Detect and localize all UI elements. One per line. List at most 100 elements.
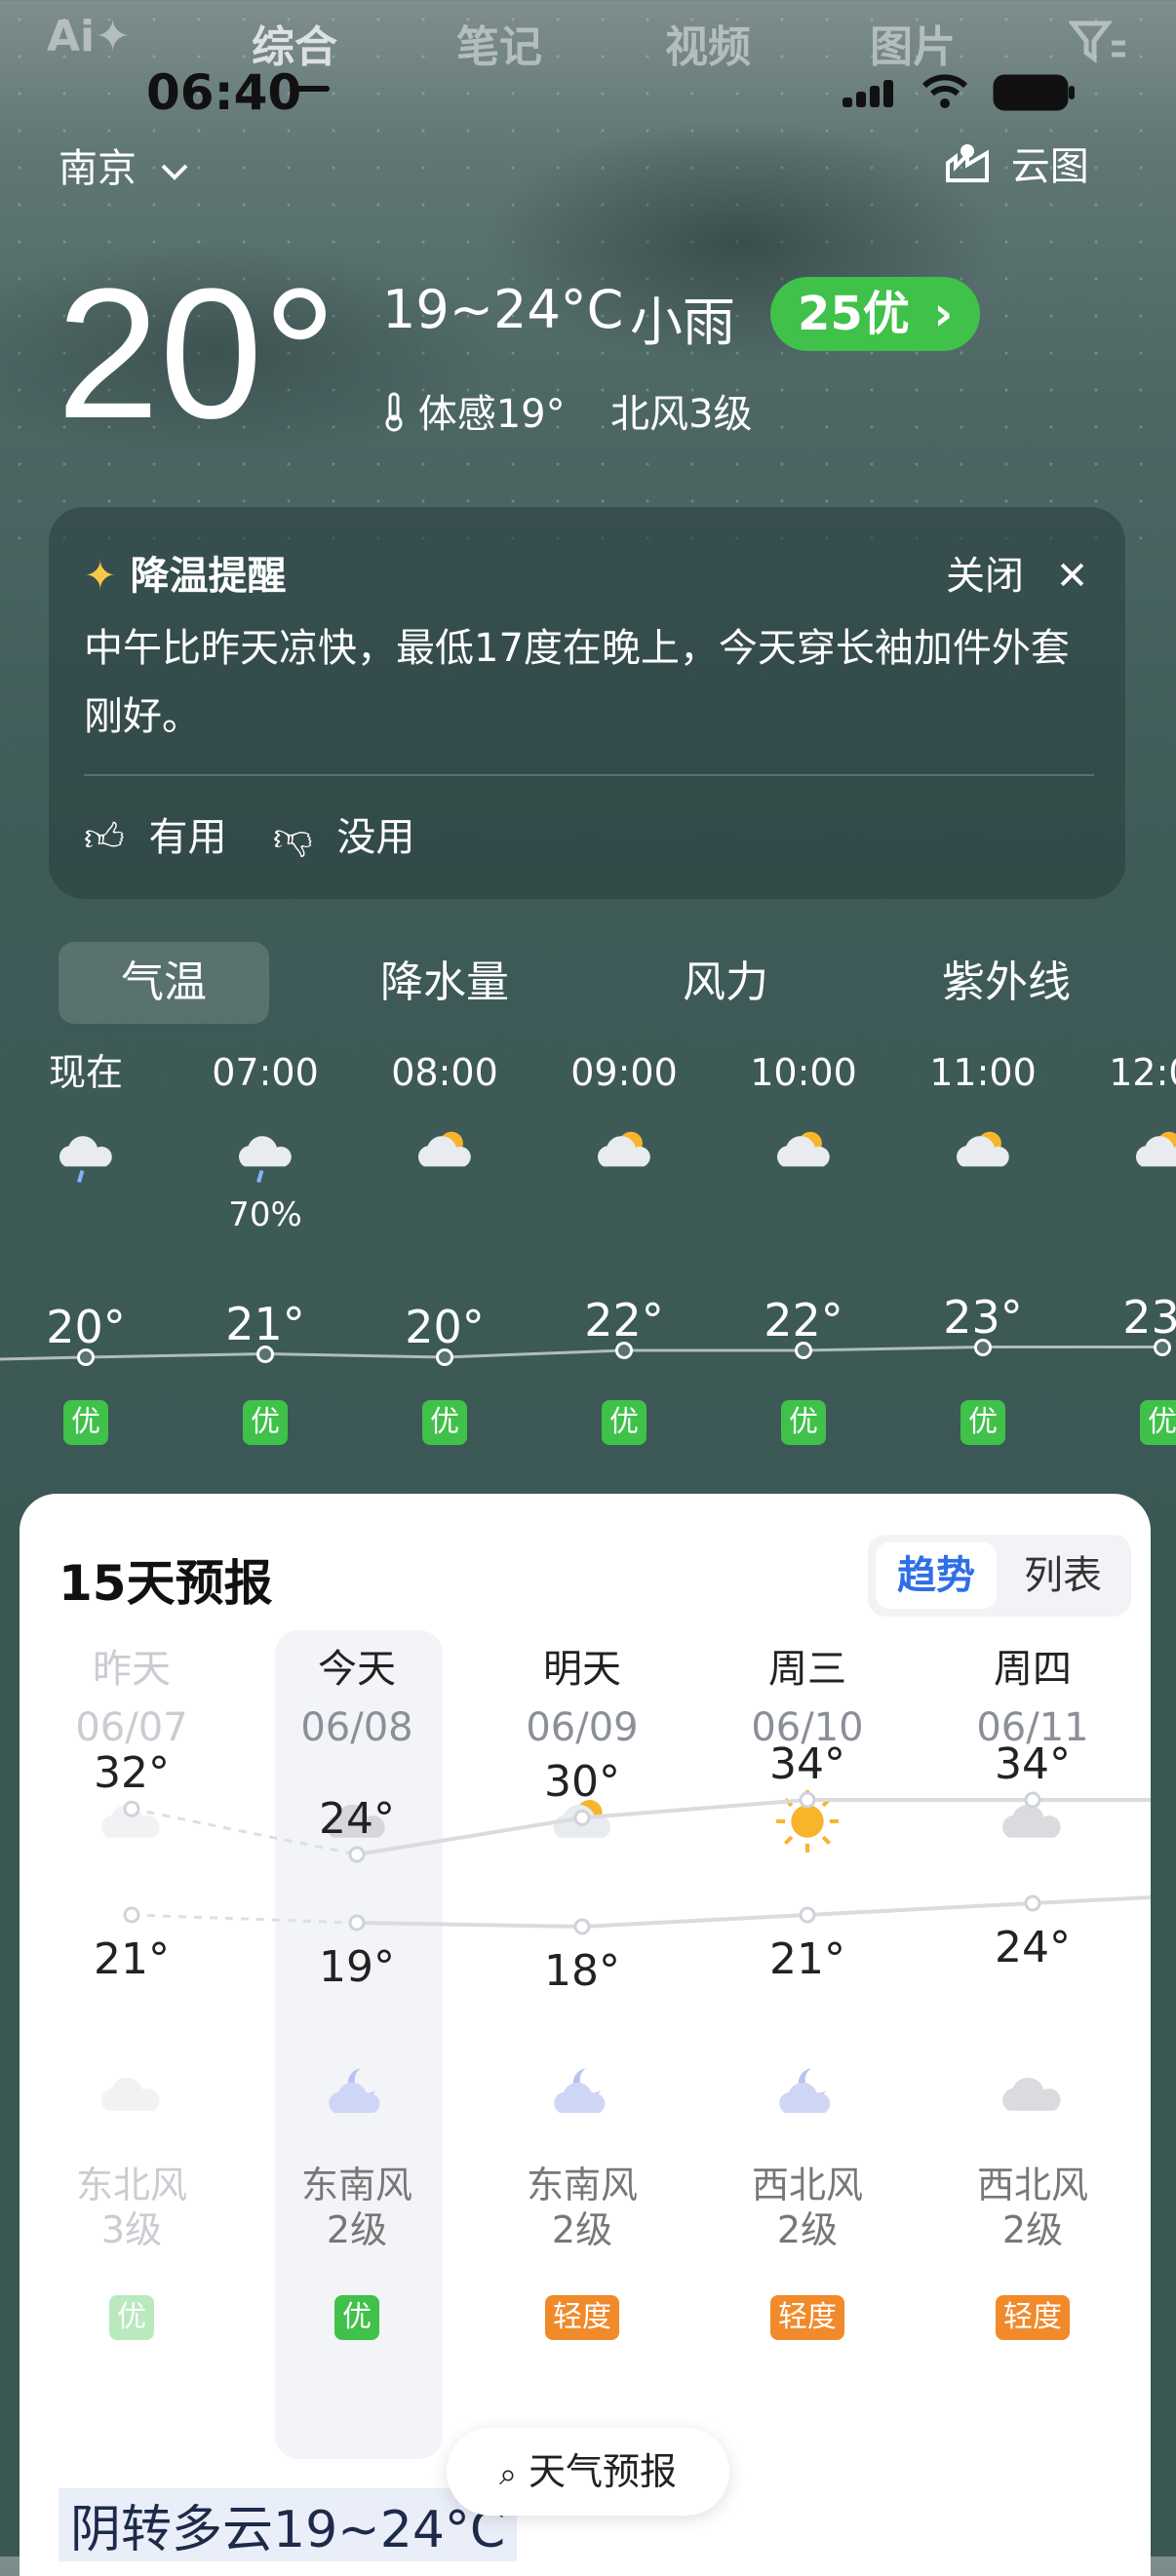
aqi-value: 25优 — [798, 287, 910, 341]
alert-title-row: ✦ 降温提醒 — [84, 544, 286, 601]
thermometer-icon — [382, 390, 406, 443]
hour-aqi-badge: 优 — [602, 1400, 647, 1445]
hour-time: 08:00 — [391, 1051, 498, 1094]
rain-cloud-icon — [0, 1117, 176, 1195]
hourly-temp-line — [0, 1346, 1162, 1361]
precip-probability — [0, 1195, 176, 1234]
top-tab-bar: Ai✦ 综合 笔记 视频 图片 — [0, 12, 1176, 72]
hour-aqi-badge: 优 — [63, 1400, 108, 1445]
hourly-item: 11:00 23° — [893, 1043, 1073, 1344]
battery-icon — [993, 74, 1077, 115]
tab-precipitation[interactable]: 降水量 — [339, 942, 550, 1024]
hour-time: 10:00 — [750, 1051, 857, 1094]
forecast-temp-dot — [573, 1918, 591, 1935]
cloud-map-label: 云图 — [1010, 144, 1089, 189]
ai-button[interactable]: Ai✦ — [47, 12, 131, 61]
chevron-right-icon: › — [933, 287, 954, 341]
status-bar: 06:40 — [0, 64, 1176, 123]
alert-title: 降温提醒 — [130, 554, 287, 599]
hour-aqi-badge: 优 — [1140, 1400, 1176, 1445]
hour-aqi-text: 优 — [960, 1400, 1005, 1445]
hour-aqi-text: 优 — [243, 1400, 288, 1445]
weather-condition: 小雨 — [630, 292, 735, 353]
hourly-item: 07:00 70% 21° — [176, 1043, 355, 1350]
partly-sunny-icon — [534, 1117, 714, 1195]
status-time: 06:40 — [146, 64, 302, 121]
hourly-item: 12:00 23° — [1073, 1043, 1176, 1344]
hour-temp-dot — [615, 1342, 633, 1359]
close-icon: ✕ — [1055, 554, 1089, 599]
hour-temp-dot — [256, 1345, 274, 1363]
city-selector[interactable]: 南京 — [59, 137, 190, 193]
temp-range: 19~24°C — [382, 279, 624, 340]
forecast-temp-dot — [799, 1791, 816, 1809]
hourly-item: 08:00 20° — [355, 1043, 534, 1353]
hour-temp-dot — [1154, 1338, 1171, 1356]
current-temp: 20° — [57, 251, 337, 457]
city-name: 南京 — [59, 146, 137, 191]
hour-time: 12:00 — [1109, 1051, 1176, 1094]
filter-icon[interactable] — [1067, 18, 1127, 68]
forecast-summary: 阴转多云19~24°C — [59, 2488, 518, 2561]
forecast-temp-chart — [123, 1791, 1151, 1935]
alert-close-button[interactable]: 关闭 ✕ — [946, 544, 1088, 601]
tab-uv[interactable]: 紫外线 — [901, 942, 1112, 1024]
forecast-temp-dot — [573, 1809, 591, 1826]
forecast-temp-dot — [799, 1906, 816, 1924]
forecast-temp-dot — [1024, 1894, 1041, 1912]
hour-temp-dot — [436, 1348, 453, 1366]
forecast-temp-dot — [123, 1800, 140, 1817]
precip-probability — [1073, 1195, 1176, 1234]
tab-wind[interactable]: 风力 — [620, 942, 831, 1024]
forecast-temp-dot — [123, 1906, 140, 1924]
hour-aqi-text: 优 — [781, 1400, 826, 1445]
status-indicator — [291, 86, 330, 92]
forecast-panel: 15天预报 趋势 列表 昨天 06/07 32° 21° 东北风 3级优 今天 06/… — [20, 1494, 1151, 2576]
hour-aqi-text: 优 — [1140, 1400, 1176, 1445]
wifi-icon — [921, 72, 969, 115]
hourly-item: 09:00 22° — [534, 1043, 714, 1347]
weather-forecast-label: 天气预报 — [529, 2450, 678, 2493]
alert-card: ✦ 降温提醒 关闭 ✕ 中午比昨天凉快，最低17度在晚上，今天穿长袖加件外套刚好… — [49, 507, 1125, 899]
thumbs-up-icon: 👍︎ — [84, 815, 125, 860]
hourly-item: 现在 20° — [0, 1043, 176, 1353]
hour-time: 现在 — [48, 1051, 123, 1094]
weather-forecast-button[interactable]: ⌕ 天气预报 — [447, 2428, 729, 2516]
hour-aqi-badge: 优 — [243, 1400, 288, 1445]
cloud-map-icon — [942, 141, 993, 196]
hour-time: 11:00 — [929, 1051, 1037, 1094]
partly-sunny-icon — [355, 1117, 534, 1195]
useless-button[interactable]: 👎︎ 没用 — [273, 805, 414, 862]
rain-cloud-icon — [176, 1117, 355, 1195]
useful-button[interactable]: 👍︎ 有用 — [84, 805, 227, 862]
useless-label: 没用 — [336, 815, 415, 860]
precip-probability: 70% — [228, 1195, 302, 1234]
aqi-pill[interactable]: 25优 › — [770, 277, 981, 351]
feels-like-text: 体感19° — [417, 392, 566, 437]
hour-temp-dot — [795, 1342, 812, 1359]
sparkle-icon: ✦ — [84, 554, 117, 599]
hour-aqi-badge: 优 — [781, 1400, 826, 1445]
hour-aqi-badge: 优 — [422, 1400, 467, 1445]
hourly-item: 10:00 22° — [714, 1043, 893, 1347]
useful-label: 有用 — [148, 815, 227, 860]
partly-sunny-icon — [893, 1117, 1073, 1195]
cloud-map-button[interactable]: 云图 — [942, 135, 1089, 196]
search-icon: ⌕ — [498, 2455, 517, 2492]
hour-aqi-text: 优 — [602, 1400, 647, 1445]
precip-probability — [714, 1195, 893, 1234]
hour-aqi-badge: 优 — [960, 1400, 1005, 1445]
precip-probability — [534, 1195, 714, 1234]
forecast-temp-dot — [1024, 1791, 1041, 1809]
hour-aqi-text: 优 — [63, 1400, 108, 1445]
alert-close-label: 关闭 — [946, 554, 1024, 599]
hour-temp-dot — [974, 1338, 992, 1356]
divider — [84, 774, 1094, 776]
hour-aqi-text: 优 — [422, 1400, 467, 1445]
precip-probability — [893, 1195, 1073, 1234]
forecast-temp-dot — [348, 1846, 366, 1863]
tab-temperature[interactable]: 气温 — [59, 942, 269, 1024]
wind-info: 北风3级 — [610, 392, 753, 437]
partly-sunny-icon — [714, 1117, 893, 1195]
partly-sunny-icon — [1073, 1117, 1176, 1195]
